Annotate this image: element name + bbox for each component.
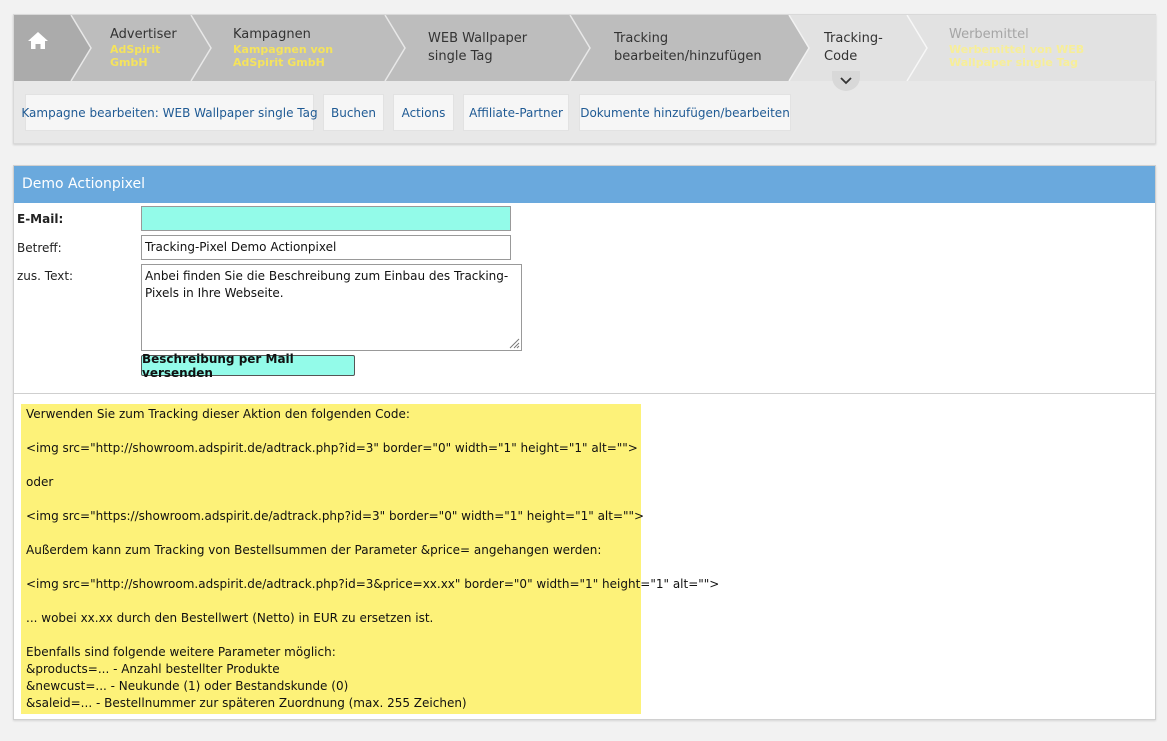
breadcrumb-kampagnen-title: Kampagnen	[233, 27, 311, 42]
breadcrumb-advertiser-title: Advertiser	[110, 27, 177, 42]
panel-title: Demo Actionpixel	[14, 166, 1155, 203]
chevron-down-icon	[840, 77, 852, 85]
documents-button[interactable]: Dokumente hinzufügen/bearbeiten	[579, 94, 791, 131]
edit-campaign-button[interactable]: Kampagne bearbeiten: WEB Wallpaper singl…	[21, 94, 318, 131]
breadcrumb-kampagnen-sub: Kampagnen von AdSpirit GmbH	[233, 43, 334, 69]
email-label: E-Mail:	[17, 212, 64, 226]
breadcrumb-wallpaper[interactable]: WEB Wallpaper single Tag	[428, 30, 538, 66]
breadcrumb-tracking-code[interactable]: Tracking-Code	[824, 30, 894, 66]
code-intro: Verwenden Sie zum Tracking dieser Aktion…	[26, 407, 410, 421]
actions-button[interactable]: Actions	[393, 94, 454, 131]
additional-text-area[interactable]: Anbei finden Sie die Beschreibung zum Ei…	[141, 264, 522, 351]
price-intro: Außerdem kann zum Tracking von Bestellsu…	[26, 543, 602, 557]
breadcrumb-werbemittel-sub: Werbemittel von WEB Wallpaper single Tag	[949, 43, 1085, 69]
buchen-button[interactable]: Buchen	[323, 94, 384, 131]
param-saleid: &saleid=... - Bestellnummer zur späteren…	[26, 696, 467, 710]
breadcrumb-wallpaper-title: WEB Wallpaper single Tag	[428, 31, 528, 64]
code-snippet-http: <img src="http://showroom.adspirit.de/ad…	[26, 441, 638, 455]
resize-grip-icon[interactable]	[508, 337, 520, 349]
affiliate-partner-button[interactable]: Affiliate-Partner	[463, 94, 569, 131]
breadcrumb-tracking-code-title: Tracking-Code	[824, 31, 883, 64]
breadcrumb: Advertiser AdSpirit GmbH Kampagnen Kampa…	[14, 15, 1156, 81]
subject-label: Betreff:	[17, 241, 62, 255]
price-note: ... wobei xx.xx durch den Bestellwert (N…	[26, 611, 434, 625]
param-newcust: &newcust=... - Neukunde (1) oder Bestand…	[26, 679, 349, 693]
expand-toggle[interactable]	[832, 71, 860, 91]
param-products: &products=... - Anzahl bestellter Produk…	[26, 662, 280, 676]
email-field[interactable]	[141, 206, 511, 231]
navigation-box: Advertiser AdSpirit GmbH Kampagnen Kampa…	[13, 14, 1156, 144]
text-label: zus. Text:	[17, 269, 74, 283]
code-snippet-price: <img src="http://showroom.adspirit.de/ad…	[26, 577, 720, 591]
breadcrumb-advertiser[interactable]: Advertiser AdSpirit GmbH	[110, 27, 200, 69]
actionpixel-panel: Demo Actionpixel E-Mail: Betreff: Tracki…	[13, 165, 1156, 720]
breadcrumb-advertiser-sub: AdSpirit GmbH	[110, 43, 161, 69]
subject-field[interactable]: Tracking-Pixel Demo Actionpixel	[141, 235, 511, 260]
breadcrumb-tracking[interactable]: Tracking bearbeiten/hinzufügen	[614, 30, 774, 66]
tracking-code-box: Verwenden Sie zum Tracking dieser Aktion…	[21, 404, 720, 714]
send-description-button[interactable]: Beschreibung per Mail versenden	[141, 352, 355, 380]
breadcrumb-werbemittel: Werbemittel Werbemittel von WEB Wallpape…	[949, 27, 1144, 69]
breadcrumb-werbemittel-title: Werbemittel	[949, 27, 1029, 42]
breadcrumb-kampagnen[interactable]: Kampagnen Kampagnen von AdSpirit GmbH	[233, 27, 378, 69]
code-snippet-https: <img src="https://showroom.adspirit.de/a…	[26, 509, 645, 523]
code-or: oder	[26, 475, 54, 489]
breadcrumb-tracking-title: Tracking bearbeiten/hinzufügen	[614, 31, 762, 64]
divider	[14, 393, 1155, 394]
params-intro: Ebenfalls sind folgende weitere Paramete…	[26, 645, 336, 659]
